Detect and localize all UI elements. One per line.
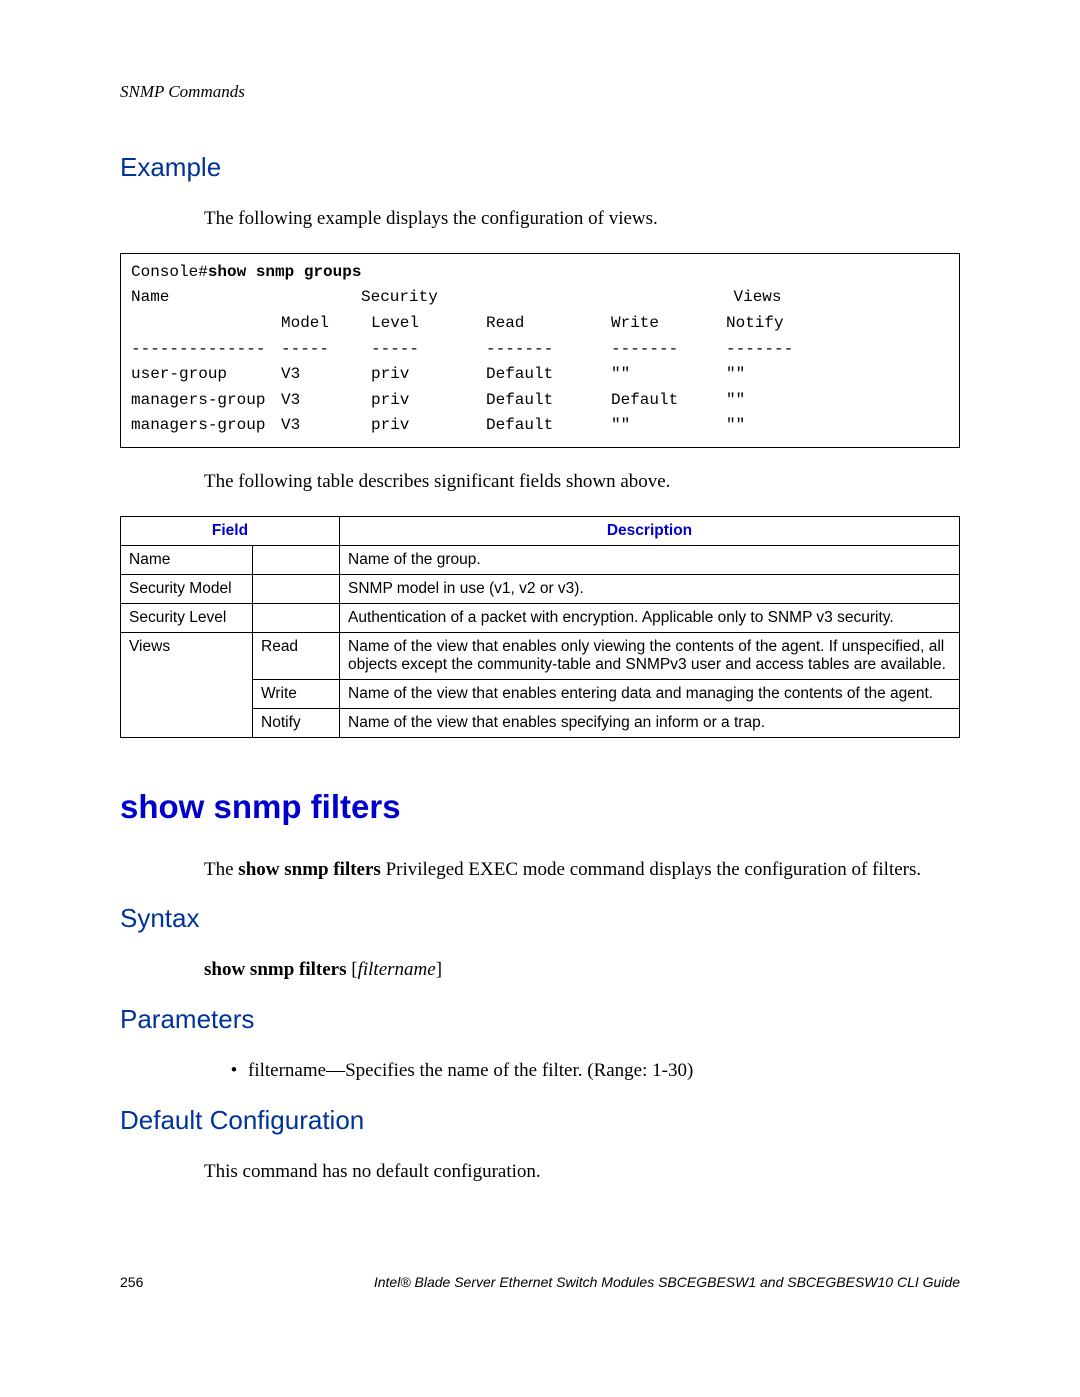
col-security: Security: [281, 285, 566, 311]
th-field: Field: [121, 516, 340, 545]
page-footer: 256 Intel® Blade Server Ethernet Switch …: [120, 1274, 960, 1290]
table-row: Security Level Authentication of a packe…: [121, 603, 960, 632]
bullet-icon: •: [228, 1059, 240, 1083]
console-prompt: Console#: [131, 260, 208, 286]
command-intro: The show snmp filters Privileged EXEC mo…: [204, 858, 960, 882]
page-number: 256: [120, 1274, 143, 1290]
th-description: Description: [340, 516, 960, 545]
col-name: Name: [131, 285, 281, 311]
running-header: SNMP Commands: [120, 82, 960, 102]
col-level: Level: [371, 311, 486, 337]
console-sep: -------------- ----- ----- ------- -----…: [131, 337, 949, 363]
heading-syntax: Syntax: [120, 903, 960, 934]
parameter-item: •filtername—Specifies the name of the fi…: [228, 1059, 960, 1083]
col-views: Views: [566, 285, 949, 311]
console-command: show snmp groups: [208, 260, 362, 286]
col-write: Write: [611, 311, 726, 337]
console-output: Console# show snmp groups Name Security …: [120, 253, 960, 448]
table-row: Security Model SNMP model in use (v1, v2…: [121, 574, 960, 603]
heading-default-config: Default Configuration: [120, 1105, 960, 1136]
heading-parameters: Parameters: [120, 1004, 960, 1035]
table-intro-text: The following table describes significan…: [204, 470, 960, 494]
console-row: user-group V3 priv Default "" "": [131, 362, 949, 388]
col-notify: Notify: [726, 311, 826, 337]
col-model: Model: [281, 311, 371, 337]
example-intro-text: The following example displays the confi…: [204, 207, 960, 231]
fields-table: Field Description Name Name of the group…: [120, 516, 960, 738]
table-row: Name Name of the group.: [121, 545, 960, 574]
table-row: Views Read Name of the view that enables…: [121, 632, 960, 679]
syntax-line: show snmp filters [filtername]: [204, 958, 960, 982]
console-row: managers-group V3 priv Default "" "": [131, 413, 949, 439]
console-row: managers-group V3 priv Default Default "…: [131, 388, 949, 414]
heading-example: Example: [120, 152, 960, 183]
command-title: show snmp filters: [120, 788, 960, 826]
col-read: Read: [486, 311, 611, 337]
default-config-text: This command has no default configuratio…: [204, 1160, 960, 1184]
footer-title: Intel® Blade Server Ethernet Switch Modu…: [374, 1274, 960, 1290]
